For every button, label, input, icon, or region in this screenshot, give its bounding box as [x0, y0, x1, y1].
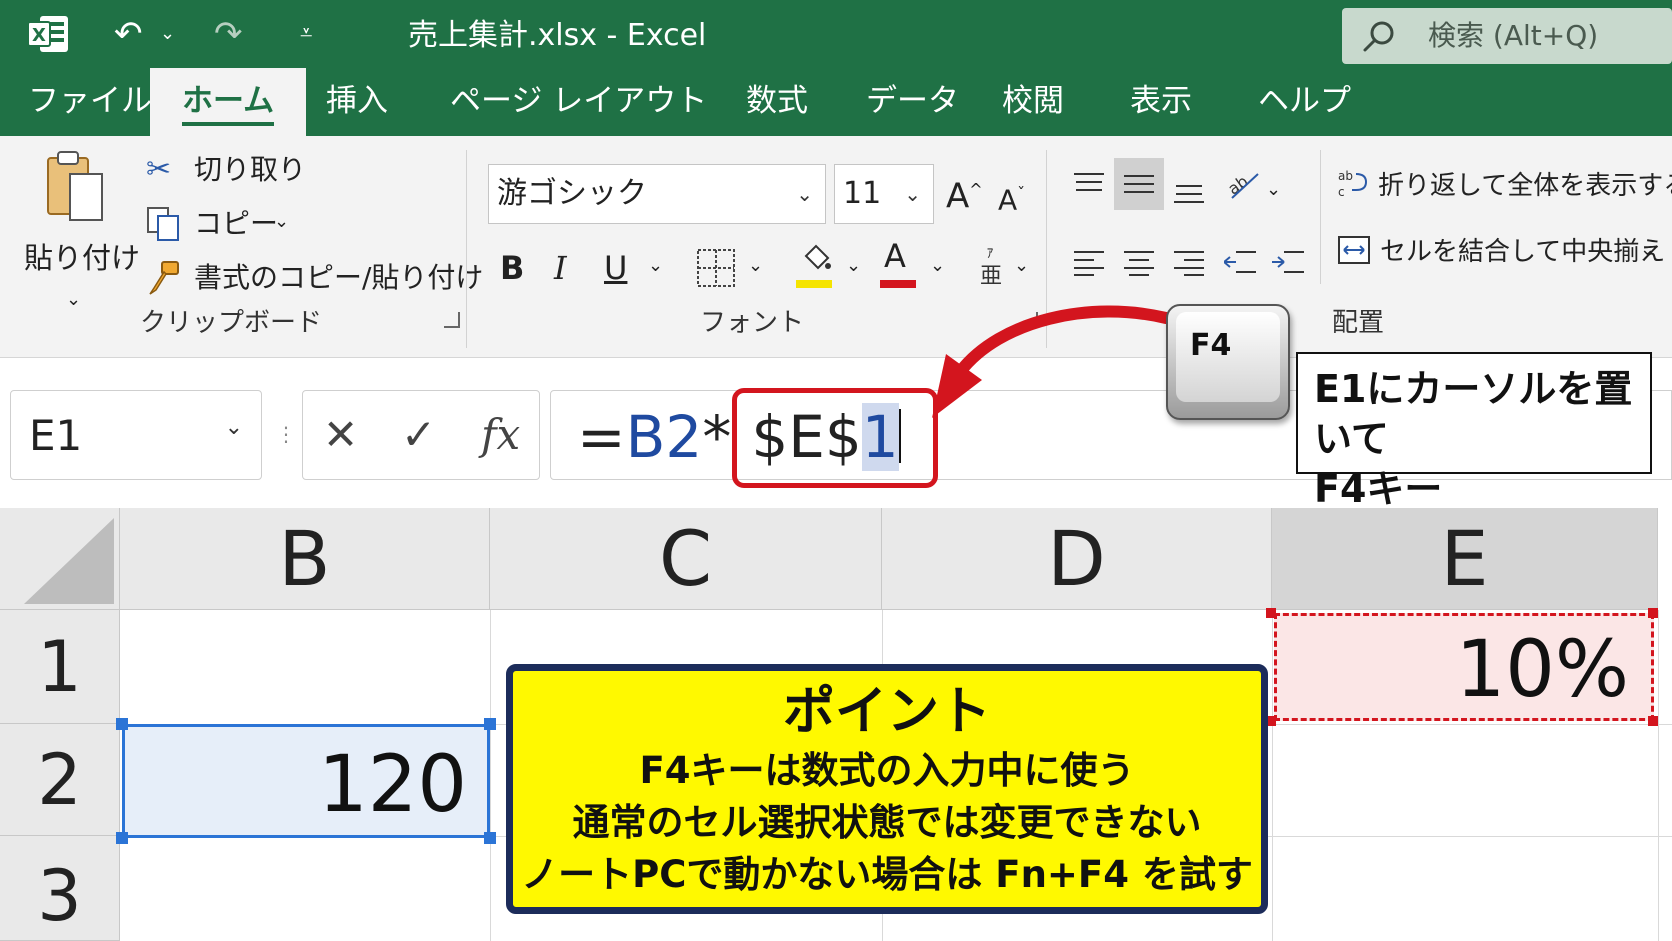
- gridline: [1658, 610, 1659, 941]
- point-title: ポイント: [782, 682, 991, 742]
- range-handle[interactable]: [484, 832, 496, 844]
- column-header-c[interactable]: C: [490, 508, 882, 610]
- range-handle[interactable]: [1648, 608, 1658, 618]
- select-all-button[interactable]: [0, 508, 120, 610]
- column-header-e[interactable]: E: [1272, 508, 1658, 610]
- gridline: [1272, 610, 1273, 941]
- cell-b2-value: 120: [318, 740, 467, 830]
- range-handle[interactable]: [1266, 608, 1276, 618]
- row-header-2[interactable]: 2: [0, 724, 120, 836]
- column-header-b[interactable]: B: [120, 508, 490, 610]
- cell-e1[interactable]: 10%: [1274, 613, 1654, 721]
- f4-key-icon: F4: [1166, 304, 1290, 420]
- e1-instruction-note: E1にカーソルを置いて F4キー: [1296, 352, 1652, 511]
- point-line-3: ノートPCで動かない場合は Fn+F4 を試す: [521, 853, 1253, 896]
- cell-e1-value: 10%: [1455, 625, 1629, 715]
- point-line-1: F4キーは数式の入力中に使う: [639, 749, 1135, 792]
- range-handle[interactable]: [484, 718, 496, 730]
- point-line-2: 通常のセル選択状態では変更できない: [572, 801, 1202, 844]
- row-header-1[interactable]: 1: [0, 610, 120, 724]
- point-callout: ポイント F4キーは数式の入力中に使う 通常のセル選択状態では変更できない ノー…: [506, 664, 1268, 914]
- select-all-triangle-icon: [24, 518, 114, 604]
- f4-key-label: F4: [1190, 328, 1232, 363]
- range-handle[interactable]: [116, 718, 128, 730]
- column-header-d[interactable]: D: [882, 508, 1272, 610]
- cell-b2[interactable]: 120: [122, 724, 490, 838]
- gridline: [490, 610, 491, 941]
- range-handle[interactable]: [116, 832, 128, 844]
- row-header-3[interactable]: 3: [0, 836, 120, 941]
- e1-note-line2: F4キー: [1314, 467, 1443, 511]
- e1-note-line1: E1にカーソルを置いて: [1314, 367, 1633, 461]
- range-handle[interactable]: [1648, 716, 1658, 726]
